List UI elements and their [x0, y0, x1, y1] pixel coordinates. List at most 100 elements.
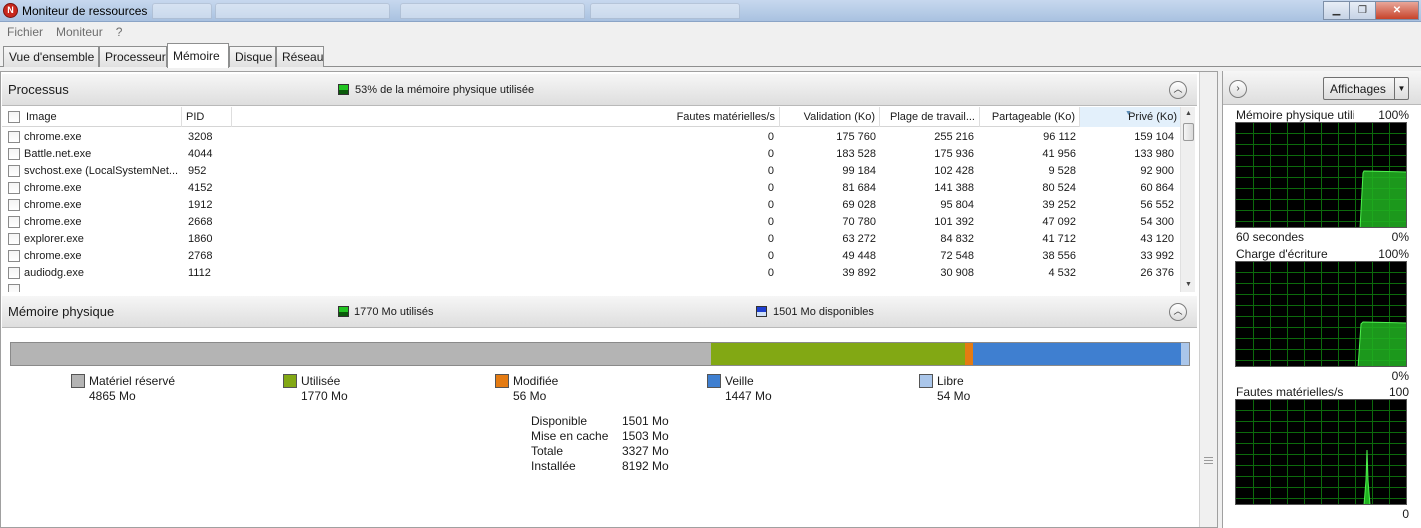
- row-checkbox[interactable]: [8, 233, 20, 245]
- table-row[interactable]: svchost.exe (LocalSystemNet... 952 0 99 184…: [2, 163, 1183, 180]
- row-checkbox[interactable]: [8, 284, 20, 292]
- stat-label: Totale: [531, 444, 564, 458]
- column-commit[interactable]: Validation (Ko): [780, 107, 880, 127]
- tab-network[interactable]: Réseau: [276, 46, 324, 67]
- menu-moniteur[interactable]: Moniteur: [56, 25, 103, 39]
- stat-value: 1503 Mo: [622, 429, 669, 443]
- column-image[interactable]: Image: [22, 107, 182, 127]
- row-checkbox[interactable]: [8, 199, 20, 211]
- tab-overview[interactable]: Vue d'ensemble: [3, 46, 99, 67]
- cell-pid: 4044: [188, 148, 213, 160]
- cell-pid: 3208: [188, 131, 213, 143]
- process-table-scrollbar[interactable]: ▲ ▼: [1180, 107, 1195, 292]
- row-checkbox[interactable]: [8, 216, 20, 228]
- cell-private: 159 104: [1134, 131, 1174, 143]
- table-row[interactable]: chrome.exe 3208 0 175 760 255 216 96 112 159 1…: [2, 129, 1183, 146]
- graph-hard-faults: Fautes matérielles/s 100 0: [1233, 385, 1419, 525]
- table-row[interactable]: chrome.exe 2668 0 70 780 101 392 47 092 54 300: [2, 214, 1183, 231]
- row-checkbox[interactable]: [8, 267, 20, 279]
- legend-swatch: [919, 374, 933, 388]
- graph-max: 100: [1388, 385, 1409, 399]
- graph-max: 100%: [1378, 108, 1409, 122]
- tab-disk[interactable]: Disque: [229, 46, 276, 67]
- cell-image: audiodg.exe: [24, 267, 84, 279]
- background-tab: [590, 3, 740, 19]
- window-title: Moniteur de ressources: [22, 4, 148, 18]
- column-shareable[interactable]: Partageable (Ko): [980, 107, 1080, 127]
- collapse-physical-memory-button[interactable]: ︿: [1169, 303, 1187, 321]
- table-row-clipped[interactable]: [2, 282, 1183, 292]
- restore-button[interactable]: ❐: [1349, 1, 1376, 20]
- table-row[interactable]: chrome.exe 1912 0 69 028 95 804 39 252 56 552: [2, 197, 1183, 214]
- row-checkbox[interactable]: [8, 131, 20, 143]
- cell-commit: 49 448: [842, 250, 876, 262]
- cell-image: explorer.exe: [24, 233, 84, 245]
- views-button[interactable]: Affichages ▼: [1323, 77, 1409, 100]
- table-row[interactable]: chrome.exe 4152 0 81 684 141 388 80 524 60 864: [2, 180, 1183, 197]
- scroll-down-icon[interactable]: ▼: [1181, 278, 1196, 292]
- chevron-right-icon[interactable]: ›: [1229, 80, 1247, 98]
- row-checkbox[interactable]: [8, 148, 20, 160]
- cell-faults: 0: [767, 165, 774, 177]
- processes-header[interactable]: Processus 53% de la mémoire physique uti…: [2, 74, 1197, 106]
- cell-commit: 39 892: [842, 267, 876, 279]
- memory-usage-text: 53% de la mémoire physique utilisée: [355, 84, 535, 96]
- memory-usage-swatch: [338, 84, 349, 95]
- row-checkbox[interactable]: [8, 250, 20, 262]
- cell-shareable: 4 532: [1048, 267, 1076, 279]
- cell-shareable: 96 112: [1043, 131, 1076, 143]
- column-working-set[interactable]: Plage de travail...: [880, 107, 980, 127]
- cell-working-set: 102 428: [934, 165, 974, 177]
- used-memory-text: 1770 Mo utilisés: [354, 306, 434, 318]
- stat-value: 8192 Mo: [622, 459, 669, 473]
- legend-swatch: [283, 374, 297, 388]
- splitter-grip-icon[interactable]: [1204, 457, 1213, 465]
- column-hard-faults[interactable]: Fautes matérielles/s: [232, 107, 780, 127]
- close-button[interactable]: ✕: [1375, 1, 1419, 20]
- memory-bar-segment: [710, 343, 966, 365]
- cell-image: chrome.exe: [24, 199, 82, 211]
- cell-working-set: 175 936: [934, 148, 974, 160]
- collapse-processes-button[interactable]: ︿: [1169, 81, 1187, 99]
- cell-pid: 1860: [188, 233, 213, 245]
- cell-shareable: 41 956: [1042, 148, 1076, 160]
- table-row[interactable]: Battle.net.exe 4044 0 183 528 175 936 41 956 1…: [2, 146, 1183, 163]
- menu-fichier[interactable]: Fichier: [7, 25, 43, 39]
- cell-private: 133 980: [1134, 148, 1174, 160]
- dropdown-arrow-icon[interactable]: ▼: [1394, 78, 1408, 99]
- scroll-thumb[interactable]: [1183, 123, 1194, 141]
- table-row[interactable]: chrome.exe 2768 0 49 448 72 548 38 556 33 992: [2, 248, 1183, 265]
- column-private[interactable]: ▼ Privé (Ko): [1080, 107, 1182, 127]
- minimize-button[interactable]: ▁: [1323, 1, 1350, 20]
- cell-faults: 0: [767, 216, 774, 228]
- main-scrollbar[interactable]: [1199, 72, 1217, 527]
- memory-bar-segment: [965, 343, 974, 365]
- legend-value: 54 Mo: [937, 389, 971, 403]
- physical-memory-header[interactable]: Mémoire physique 1770 Mo utilisés 1501 M…: [2, 296, 1197, 328]
- scroll-up-icon[interactable]: ▲: [1181, 107, 1196, 121]
- legend-label: Matériel réservé: [89, 374, 176, 388]
- tab-strip: Vue d'ensemble Processeur Mémoire Disque…: [0, 41, 1421, 68]
- table-row[interactable]: explorer.exe 1860 0 63 272 84 832 41 712 43 12…: [2, 231, 1183, 248]
- row-checkbox[interactable]: [8, 165, 20, 177]
- cell-working-set: 95 804: [940, 199, 974, 211]
- cell-pid: 2768: [188, 250, 213, 262]
- tab-memory[interactable]: Mémoire: [167, 43, 229, 68]
- graph-title: Fautes matérielles/s: [1236, 385, 1344, 399]
- cell-working-set: 84 832: [940, 233, 974, 245]
- select-all-checkbox[interactable]: [8, 111, 20, 123]
- graph-canvas: [1235, 122, 1407, 228]
- main-panel: Processus 53% de la mémoire physique uti…: [0, 71, 1218, 528]
- tab-processor[interactable]: Processeur: [99, 46, 167, 67]
- chevron-up-icon: ︿: [1173, 84, 1183, 94]
- cell-shareable: 80 524: [1042, 182, 1076, 194]
- cell-pid: 1112: [188, 267, 211, 279]
- row-checkbox[interactable]: [8, 182, 20, 194]
- chevron-up-icon: ︿: [1173, 306, 1183, 316]
- graph-canvas: [1235, 261, 1407, 367]
- column-pid[interactable]: PID: [182, 107, 232, 127]
- cell-shareable: 9 528: [1048, 165, 1076, 177]
- menu-help[interactable]: ?: [116, 25, 123, 39]
- graphs-panel: › Affichages ▼ Mémoire physique utili...…: [1222, 71, 1421, 528]
- table-row[interactable]: audiodg.exe 1112 0 39 892 30 908 4 532 26 376: [2, 265, 1183, 282]
